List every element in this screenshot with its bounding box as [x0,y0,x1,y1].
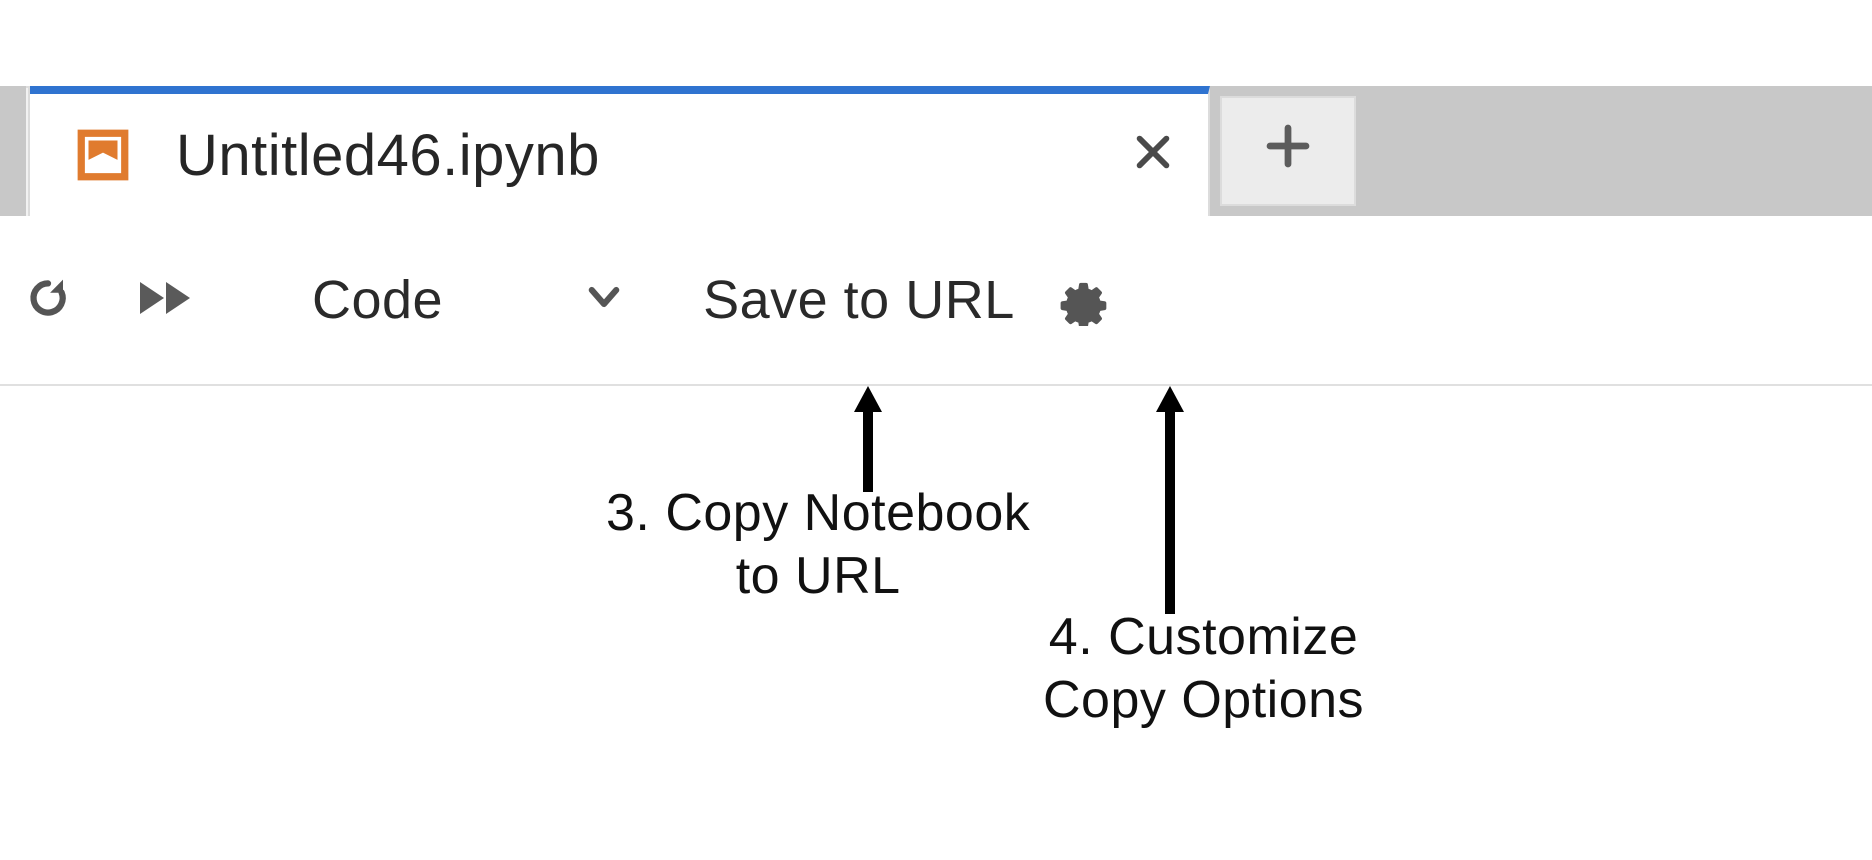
refresh-icon [23,273,73,328]
annotation-arrow-2 [1150,386,1190,614]
tab-active[interactable]: Untitled46.ipynb [30,86,1210,216]
plus-icon [1261,119,1315,184]
chevron-down-icon [583,269,625,331]
celltype-value: Code [312,269,443,331]
annotation-arrow-1 [848,386,888,492]
restart-kernel-button[interactable] [0,216,86,384]
annotation-layer: 3. Copy Notebook to URL 4. Customize Cop… [0,386,1872,860]
tab-title: Untitled46.ipynb [176,122,1086,189]
fast-forward-icon [132,274,204,327]
top-crop-pad [0,0,1872,86]
notebook-toolbar: Code Save to URL [0,216,1872,386]
celltype-dropdown[interactable]: Code [250,269,655,331]
gear-icon [1055,270,1111,331]
close-icon[interactable] [1130,124,1176,186]
annotation-label-1: 3. Copy Notebook to URL [606,482,1030,609]
new-tab-button[interactable] [1220,96,1356,206]
save-to-url-button[interactable]: Save to URL [655,269,1049,331]
notebook-icon [74,126,132,184]
annotation-label-2: 4. Customize Copy Options [1043,606,1364,733]
save-options-button[interactable] [1049,270,1111,331]
restart-run-all-button[interactable] [86,216,250,384]
tab-bar: Untitled46.ipynb [0,86,1872,216]
